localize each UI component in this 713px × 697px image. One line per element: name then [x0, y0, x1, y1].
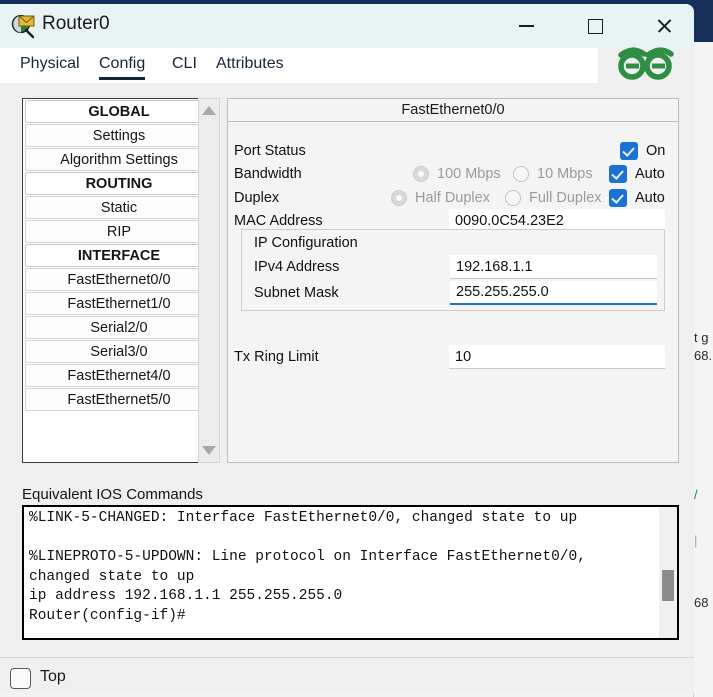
bandwidth-100mbps-label: 100 Mbps: [437, 166, 501, 182]
bandwidth-10mbps-radio[interactable]: [513, 166, 529, 182]
title-bar: Router0: [0, 4, 694, 48]
sidebar-item-routing: ROUTING: [25, 172, 213, 195]
subnet-mask-field[interactable]: [450, 281, 657, 305]
ios-console-scrollbar[interactable]: [659, 507, 677, 638]
ip-configuration-title: IP Configuration: [254, 235, 358, 251]
sidebar-item-fastethernet4-0[interactable]: FastEthernet4/0: [25, 364, 213, 387]
inspect-envelope-icon: [10, 14, 36, 40]
tab-cli[interactable]: CLI: [172, 55, 197, 77]
background-fragment: t g: [694, 330, 708, 345]
top-checkbox[interactable]: [10, 668, 31, 689]
background-content-strip: t g 68. / | 68: [693, 42, 713, 697]
tab-physical[interactable]: Physical: [20, 55, 80, 77]
interface-config-panel: FastEthernet0/0 Port Status On Bandwidth…: [227, 98, 679, 463]
router-config-window: Router0 Physical Config CLI Attributes: [0, 4, 694, 693]
ip-configuration-group: IP Configuration IPv4 Address Subnet Mas…: [241, 229, 665, 311]
tx-ring-limit-field[interactable]: [449, 345, 665, 369]
background-fragment: /: [694, 487, 698, 502]
minimize-button[interactable]: [502, 4, 550, 48]
tx-ring-limit-label: Tx Ring Limit: [234, 349, 319, 365]
subnet-mask-label: Subnet Mask: [254, 285, 339, 301]
bandwidth-label: Bandwidth: [234, 166, 302, 182]
ios-commands-label: Equivalent IOS Commands: [22, 486, 203, 503]
maximize-icon: [588, 19, 603, 34]
sidebar-item-algorithm-settings[interactable]: Algorithm Settings: [25, 148, 213, 171]
sidebar-item-fastethernet0-0[interactable]: FastEthernet0/0: [25, 268, 213, 291]
sidebar-scrollbar[interactable]: [198, 98, 220, 463]
bandwidth-100mbps-radio[interactable]: [413, 166, 429, 182]
ipv4-address-field[interactable]: [450, 255, 657, 279]
ios-commands-console[interactable]: %LINK-5-CHANGED: Interface FastEthernet0…: [22, 505, 679, 640]
ios-console-scroll-thumb[interactable]: [662, 570, 674, 601]
sidebar-item-settings[interactable]: Settings: [25, 124, 213, 147]
scroll-up-arrow-icon[interactable]: [202, 106, 216, 115]
bandwidth-auto-label: Auto: [635, 166, 665, 182]
duplex-auto-label: Auto: [635, 190, 665, 206]
duplex-label: Duplex: [234, 190, 279, 206]
sidebar-item-global: GLOBAL: [25, 100, 213, 123]
interface-panel-title: FastEthernet0/0: [228, 99, 678, 122]
duplex-full-radio[interactable]: [505, 190, 521, 206]
sidebar-item-fastethernet5-0[interactable]: FastEthernet5/0: [25, 388, 213, 411]
geeksforgeeks-logo: [612, 42, 680, 82]
sidebar-item-serial2-0[interactable]: Serial2/0: [25, 316, 213, 339]
tab-bar: Physical Config CLI Attributes: [0, 48, 694, 83]
port-status-label: Port Status: [234, 143, 306, 159]
screen: t g 68. / | 68 Router0: [0, 0, 713, 697]
scroll-down-arrow-icon[interactable]: [202, 446, 216, 455]
sidebar-item-static[interactable]: Static: [25, 196, 213, 219]
background-fragment: 68: [694, 595, 708, 610]
ipv4-address-label: IPv4 Address: [254, 259, 339, 275]
duplex-half-radio[interactable]: [391, 190, 407, 206]
minimize-icon: [519, 25, 534, 27]
close-icon: [656, 18, 672, 34]
sidebar-item-rip[interactable]: RIP: [25, 220, 213, 243]
background-fragment: 68.: [694, 348, 712, 363]
tab-bar-background: [0, 48, 598, 83]
duplex-auto-checkbox[interactable]: [609, 189, 627, 207]
bottom-divider: [0, 657, 694, 658]
top-checkbox-label: Top: [40, 668, 66, 686]
tab-attributes[interactable]: Attributes: [216, 55, 284, 77]
tab-config[interactable]: Config: [99, 55, 145, 80]
bandwidth-10mbps-label: 10 Mbps: [537, 166, 593, 182]
duplex-half-label: Half Duplex: [415, 190, 490, 206]
window-title: Router0: [42, 13, 110, 35]
config-sidebar: GLOBAL Settings Algorithm Settings ROUTI…: [22, 98, 216, 463]
config-content: GLOBAL Settings Algorithm Settings ROUTI…: [0, 83, 694, 693]
sidebar-item-interface: INTERFACE: [25, 244, 213, 267]
bandwidth-auto-checkbox[interactable]: [609, 165, 627, 183]
background-fragment: |: [694, 533, 697, 548]
port-status-checkbox[interactable]: [620, 142, 638, 160]
sidebar-item-fastethernet1-0[interactable]: FastEthernet1/0: [25, 292, 213, 315]
ios-commands-text: %LINK-5-CHANGED: Interface FastEthernet0…: [29, 509, 649, 626]
sidebar-item-serial3-0[interactable]: Serial3/0: [25, 340, 213, 363]
duplex-full-label: Full Duplex: [529, 190, 602, 206]
port-status-on-label: On: [646, 143, 665, 159]
mac-address-label: MAC Address: [234, 213, 323, 229]
